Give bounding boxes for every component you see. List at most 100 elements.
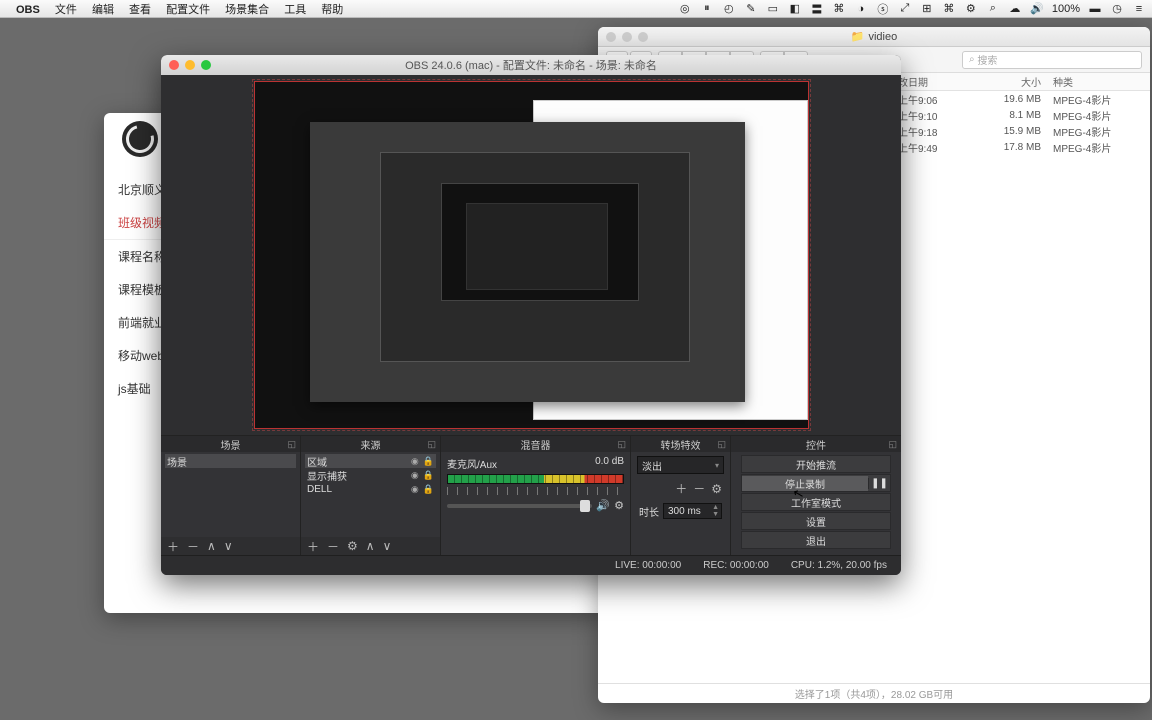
obs-window-title: OBS 24.0.6 (mac) - 配置文件: 未命名 - 场景: 未命名 bbox=[405, 57, 657, 73]
status-icon[interactable]: ◴ bbox=[722, 2, 736, 15]
popout-icon[interactable]: ◱ bbox=[717, 439, 726, 450]
source-settings-button[interactable]: ⚙ bbox=[347, 539, 358, 553]
dock-header-mixer[interactable]: 混音器◱ bbox=[441, 436, 630, 452]
menubar-left: OBS 文件 编辑 查看 配置文件 场景集合 工具 帮助 bbox=[16, 1, 355, 17]
status-icon[interactable]: ⓢ bbox=[876, 1, 890, 17]
status-icon[interactable]: ✎ bbox=[744, 2, 758, 15]
visibility-icon[interactable]: ◉ bbox=[407, 470, 419, 481]
preview-canvas[interactable] bbox=[254, 81, 809, 429]
finder-traffic-lights[interactable] bbox=[606, 32, 648, 42]
captured-display-recursion bbox=[310, 122, 745, 402]
status-icon[interactable]: ⊞ bbox=[920, 2, 934, 15]
pause-record-button[interactable]: ❚❚ bbox=[868, 478, 890, 489]
volume-icon[interactable]: 🔊 bbox=[1030, 2, 1044, 15]
add-transition-button[interactable]: ＋ bbox=[675, 480, 687, 497]
lock-icon[interactable]: 🔒 bbox=[419, 484, 434, 495]
menu-tools[interactable]: 工具 bbox=[284, 4, 306, 16]
transition-select[interactable]: 淡出▾ bbox=[637, 456, 724, 474]
source-up-button[interactable]: ∧ bbox=[366, 539, 375, 553]
add-source-button[interactable]: ＋ bbox=[307, 538, 319, 555]
menu-view[interactable]: 查看 bbox=[129, 4, 151, 16]
macos-menubar: OBS 文件 编辑 查看 配置文件 场景集合 工具 帮助 ◎ ⏸ ◴ ✎ ▭ ◧… bbox=[0, 0, 1152, 18]
scene-item[interactable]: 场景 bbox=[165, 454, 296, 468]
visibility-icon[interactable]: ◉ bbox=[407, 456, 419, 467]
popout-icon[interactable]: ◱ bbox=[287, 439, 296, 450]
source-item[interactable]: DELL◉🔒 bbox=[305, 482, 436, 496]
battery-text[interactable]: 100% bbox=[1052, 3, 1080, 15]
audio-meter bbox=[447, 474, 624, 484]
menu-scene-collection[interactable]: 场景集合 bbox=[225, 4, 269, 16]
visibility-icon[interactable]: ◉ bbox=[407, 484, 419, 495]
status-icon[interactable]: ⌘ bbox=[832, 2, 846, 15]
menu-edit[interactable]: 编辑 bbox=[92, 4, 114, 16]
mute-icon[interactable]: 🔊 bbox=[596, 499, 610, 512]
status-icon[interactable]: ⌘ bbox=[942, 2, 956, 15]
audio-scale bbox=[447, 487, 624, 495]
dock-sources: 来源◱ 区域◉🔒 显示捕获◉🔒 DELL◉🔒 ＋ － ⚙ ∧ ∨ bbox=[301, 436, 441, 555]
source-item[interactable]: 显示捕获◉🔒 bbox=[305, 468, 436, 482]
start-stream-button[interactable]: 开始推流 bbox=[741, 455, 891, 473]
menu-help[interactable]: 帮助 bbox=[321, 4, 343, 16]
col-date[interactable]: 修改日期 bbox=[888, 74, 983, 89]
obs-preview[interactable] bbox=[161, 75, 901, 435]
mixer-track-header: 麦克风/Aux 0.0 dB bbox=[445, 454, 626, 471]
status-icon[interactable]: ◧ bbox=[788, 2, 802, 15]
source-item[interactable]: 区域◉🔒 bbox=[305, 454, 436, 468]
status-icon[interactable]: ⚙ bbox=[964, 2, 978, 15]
battery-icon[interactable]: ▬ bbox=[1088, 3, 1102, 15]
source-down-button[interactable]: ∨ bbox=[383, 539, 392, 553]
duration-stepper[interactable]: 300 ms▲▼ bbox=[663, 503, 722, 519]
scene-up-button[interactable]: ∧ bbox=[207, 539, 216, 553]
menu-file[interactable]: 文件 bbox=[55, 4, 77, 16]
site-logo-icon bbox=[122, 121, 158, 157]
obs-window[interactable]: OBS 24.0.6 (mac) - 配置文件: 未命名 - 场景: 未命名 场… bbox=[161, 55, 901, 575]
status-icon[interactable]: ⏸ bbox=[700, 2, 714, 15]
finder-titlebar[interactable]: 📁 vidieo bbox=[598, 27, 1150, 47]
dock-header-transitions[interactable]: 转场特效◱ bbox=[631, 436, 730, 452]
stop-record-button[interactable]: 停止录制 bbox=[742, 476, 868, 491]
remove-scene-button[interactable]: － bbox=[187, 538, 199, 555]
wifi-icon[interactable]: ☁ bbox=[1008, 2, 1022, 15]
obs-titlebar[interactable]: OBS 24.0.6 (mac) - 配置文件: 未命名 - 场景: 未命名 bbox=[161, 55, 901, 75]
notification-center-icon[interactable]: ≡ bbox=[1132, 3, 1146, 15]
scenes-footer: ＋ － ∧ ∨ bbox=[161, 537, 300, 555]
zoom-icon[interactable] bbox=[201, 60, 211, 70]
col-size[interactable]: 大小 bbox=[983, 74, 1053, 89]
mixer-settings-icon[interactable]: ⚙ bbox=[614, 499, 624, 512]
popout-icon[interactable]: ◱ bbox=[617, 439, 626, 450]
dock-header-scenes[interactable]: 场景◱ bbox=[161, 436, 300, 452]
remove-source-button[interactable]: － bbox=[327, 538, 339, 555]
status-icon[interactable]: ◑ bbox=[854, 3, 868, 15]
scene-down-button[interactable]: ∨ bbox=[224, 539, 233, 553]
obs-traffic-lights[interactable] bbox=[169, 60, 211, 70]
finder-search-input[interactable]: ⌕ 搜索 bbox=[962, 51, 1142, 69]
status-icon[interactable]: ◎ bbox=[678, 2, 692, 15]
menu-profile[interactable]: 配置文件 bbox=[166, 4, 210, 16]
close-icon[interactable] bbox=[169, 60, 179, 70]
mixer-track-db: 0.0 dB bbox=[595, 456, 624, 471]
popout-icon[interactable]: ◱ bbox=[888, 439, 897, 450]
popout-icon[interactable]: ◱ bbox=[427, 439, 436, 450]
lock-icon[interactable]: 🔒 bbox=[419, 470, 434, 481]
status-icon[interactable]: ⤢ bbox=[898, 2, 912, 15]
volume-slider[interactable] bbox=[447, 504, 592, 508]
app-name[interactable]: OBS bbox=[16, 4, 40, 16]
col-kind[interactable]: 种类 bbox=[1053, 74, 1150, 89]
status-icon[interactable]: 〓 bbox=[810, 1, 824, 17]
transition-settings-button[interactable]: ⚙ bbox=[711, 482, 722, 496]
studio-mode-button[interactable]: 工作室模式 bbox=[741, 493, 891, 511]
exit-button[interactable]: 退出 bbox=[741, 531, 891, 549]
status-cpu: CPU: 1.2%, 20.00 fps bbox=[791, 560, 887, 571]
finder-status-bar: 选择了1项（共4项），28.02 GB可用 bbox=[598, 683, 1150, 703]
add-scene-button[interactable]: ＋ bbox=[167, 538, 179, 555]
clock-icon[interactable]: ◷ bbox=[1110, 2, 1124, 15]
chevron-down-icon: ▾ bbox=[715, 461, 719, 470]
status-icon[interactable]: ▭ bbox=[766, 2, 780, 15]
dock-header-sources[interactable]: 来源◱ bbox=[301, 436, 440, 452]
spotlight-icon[interactable]: ⌕ bbox=[986, 2, 1000, 15]
remove-transition-button[interactable]: － bbox=[693, 480, 705, 497]
dock-header-controls[interactable]: 控件◱ bbox=[731, 436, 901, 452]
settings-button[interactable]: 设置 bbox=[741, 512, 891, 530]
lock-icon[interactable]: 🔒 bbox=[419, 456, 434, 467]
minimize-icon[interactable] bbox=[185, 60, 195, 70]
